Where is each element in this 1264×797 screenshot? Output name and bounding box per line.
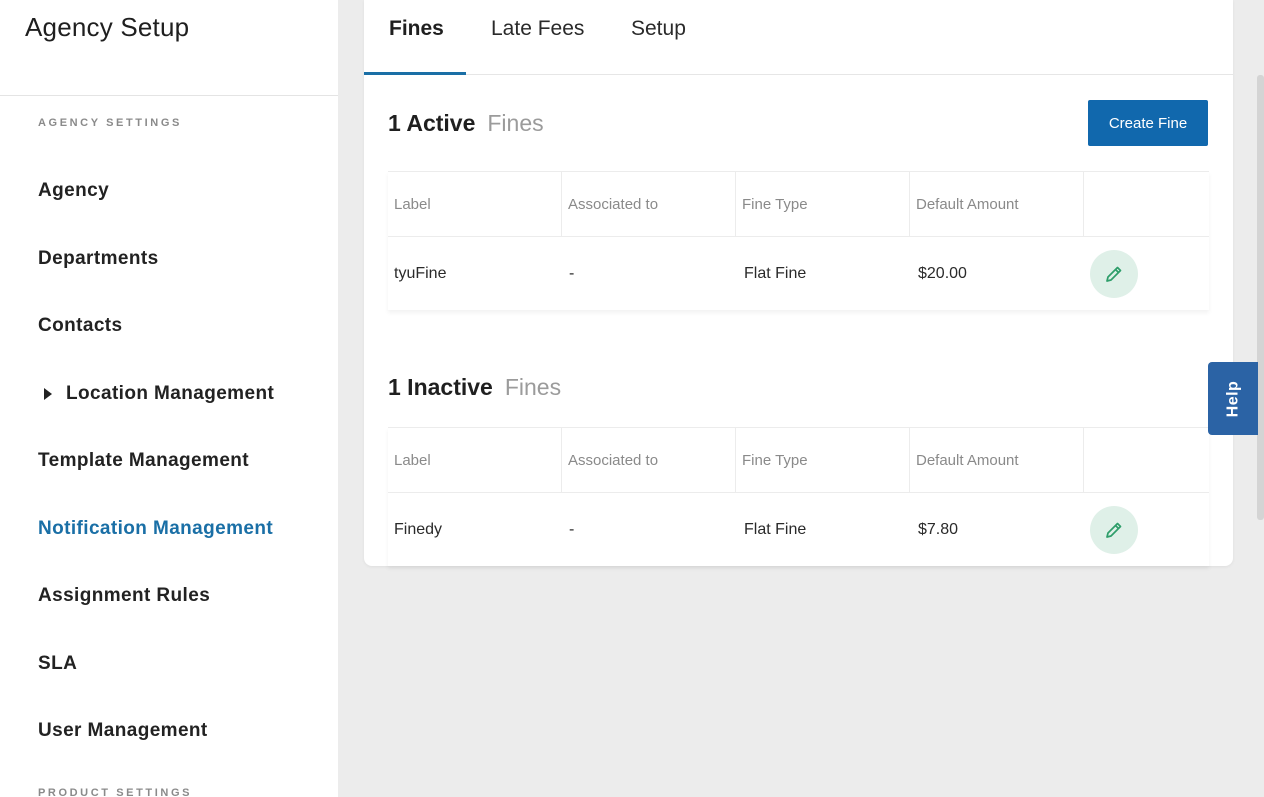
- edit-fine-button[interactable]: [1090, 249, 1138, 298]
- active-tab-indicator: [364, 72, 466, 75]
- sidebar-item-contacts[interactable]: Contacts: [38, 315, 123, 337]
- edit-fine-button[interactable]: [1090, 505, 1138, 554]
- fine-label: tyuFine: [394, 264, 447, 282]
- table-header-row: Label Associated to Fine Type Default Am…: [388, 428, 1209, 493]
- sidebar-item-assignment-rules[interactable]: Assignment Rules: [38, 585, 210, 607]
- create-fine-button[interactable]: Create Fine: [1088, 100, 1208, 146]
- inactive-fines-table: Label Associated to Fine Type Default Am…: [388, 427, 1209, 566]
- inactive-fines-heading: 1 Inactive Fines: [388, 374, 561, 401]
- sidebar-item-label: Template Management: [38, 450, 250, 471]
- sidebar: Agency Setup AGENCY SETTINGS Agency Depa…: [0, 0, 338, 797]
- sidebar-item-label: Departments: [38, 248, 159, 269]
- inactive-count: 1 Inactive: [388, 374, 493, 400]
- table-header-row: Label Associated to Fine Type Default Am…: [388, 172, 1209, 237]
- sidebar-item-label: User Management: [38, 720, 208, 741]
- fine-associated-to: -: [569, 520, 575, 538]
- sidebar-header: Agency Setup: [0, 0, 338, 96]
- fine-default-amount: $7.80: [918, 520, 959, 538]
- sidebar-item-template-management[interactable]: Template Management: [38, 450, 249, 472]
- active-fines-table: Label Associated to Fine Type Default Am…: [388, 171, 1209, 310]
- sidebar-item-notification-management[interactable]: Notification Management: [38, 518, 273, 540]
- column-header-label: Label: [388, 172, 562, 236]
- section-label-product-settings: PRODUCT SETTINGS: [38, 787, 193, 797]
- fine-type: Flat Fine: [744, 264, 807, 282]
- help-button[interactable]: Help: [1208, 362, 1258, 435]
- column-header-label: Label: [388, 428, 562, 492]
- pencil-icon: [1106, 522, 1122, 538]
- pencil-icon: [1106, 266, 1122, 282]
- active-fines-heading: 1 Active Fines: [388, 110, 544, 137]
- tab-bar: Fines Late Fees Setup: [364, 0, 1233, 75]
- fine-label: Finedy: [394, 520, 443, 538]
- column-header-actions: [1084, 172, 1209, 236]
- section-label-agency-settings: AGENCY SETTINGS: [38, 117, 182, 129]
- inactive-noun: Fines: [504, 374, 562, 400]
- tab-setup[interactable]: Setup: [631, 17, 686, 41]
- column-header-associated-to: Associated to: [562, 428, 736, 492]
- fine-type: Flat Fine: [744, 520, 807, 538]
- sidebar-item-location-management[interactable]: Location Management: [38, 383, 274, 405]
- help-label: Help: [1223, 380, 1241, 417]
- sidebar-item-label: Assignment Rules: [38, 585, 211, 606]
- active-noun: Fines: [487, 110, 544, 136]
- sidebar-item-label: Agency: [38, 180, 110, 201]
- column-header-fine-type: Fine Type: [736, 428, 910, 492]
- sidebar-item-label: Location Management: [66, 383, 275, 404]
- row-actions: [1084, 493, 1209, 566]
- fines-panel: Fines Late Fees Setup 1 Active Fines Cre…: [364, 0, 1233, 566]
- active-count: 1 Active: [388, 110, 476, 136]
- fine-default-amount: $20.00: [918, 264, 967, 282]
- tab-late-fees[interactable]: Late Fees: [491, 17, 584, 41]
- sidebar-item-sla[interactable]: SLA: [38, 653, 77, 675]
- sidebar-item-label: SLA: [38, 653, 78, 674]
- sidebar-item-label: Notification Management: [38, 518, 274, 539]
- table-row: tyuFine - Flat Fine $20.00: [388, 237, 1209, 310]
- row-actions: [1084, 237, 1209, 310]
- app-title: Agency Setup: [25, 12, 190, 42]
- page-scrollbar[interactable]: [1257, 75, 1264, 520]
- table-row: Finedy - Flat Fine $7.80: [388, 493, 1209, 566]
- column-header-default-amount: Default Amount: [910, 172, 1084, 236]
- column-header-fine-type: Fine Type: [736, 172, 910, 236]
- caret-right-icon[interactable]: [44, 388, 52, 400]
- column-header-actions: [1084, 428, 1209, 492]
- tab-fines[interactable]: Fines: [389, 17, 444, 41]
- sidebar-item-departments[interactable]: Departments: [38, 248, 159, 270]
- column-header-default-amount: Default Amount: [910, 428, 1084, 492]
- sidebar-item-user-management[interactable]: User Management: [38, 720, 208, 742]
- fine-associated-to: -: [569, 264, 575, 282]
- sidebar-item-agency[interactable]: Agency: [38, 180, 109, 202]
- sidebar-item-label: Contacts: [38, 315, 123, 336]
- column-header-associated-to: Associated to: [562, 172, 736, 236]
